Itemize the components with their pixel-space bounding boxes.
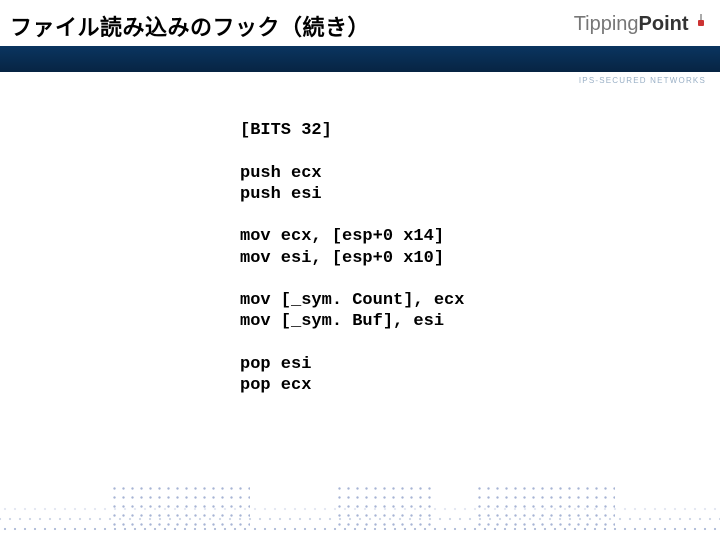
slide-header: ファイル読み込みのフック（続き） TippingPoint bbox=[0, 0, 720, 72]
slide-title: ファイル読み込みのフック（続き） bbox=[10, 10, 370, 42]
footer-dots-cluster bbox=[110, 484, 250, 532]
header-band bbox=[0, 46, 720, 72]
code-block: [BITS 32] push ecx push esi mov ecx, [es… bbox=[240, 120, 464, 396]
footer-dots-cluster bbox=[475, 484, 615, 532]
brand-tagline: IPS-SECURED NETWORKS bbox=[579, 76, 706, 85]
slide: ファイル読み込みのフック（続き） TippingPoint IPS-SECURE… bbox=[0, 0, 720, 540]
brand-logo-right: Point bbox=[639, 13, 689, 35]
brand-logo-text: TippingPoint bbox=[574, 14, 689, 34]
brand-logo-icon bbox=[696, 14, 706, 34]
footer-dots-cluster bbox=[335, 484, 435, 532]
brand-logo-left: Tipping bbox=[574, 13, 639, 35]
brand-logo: TippingPoint bbox=[574, 14, 706, 34]
